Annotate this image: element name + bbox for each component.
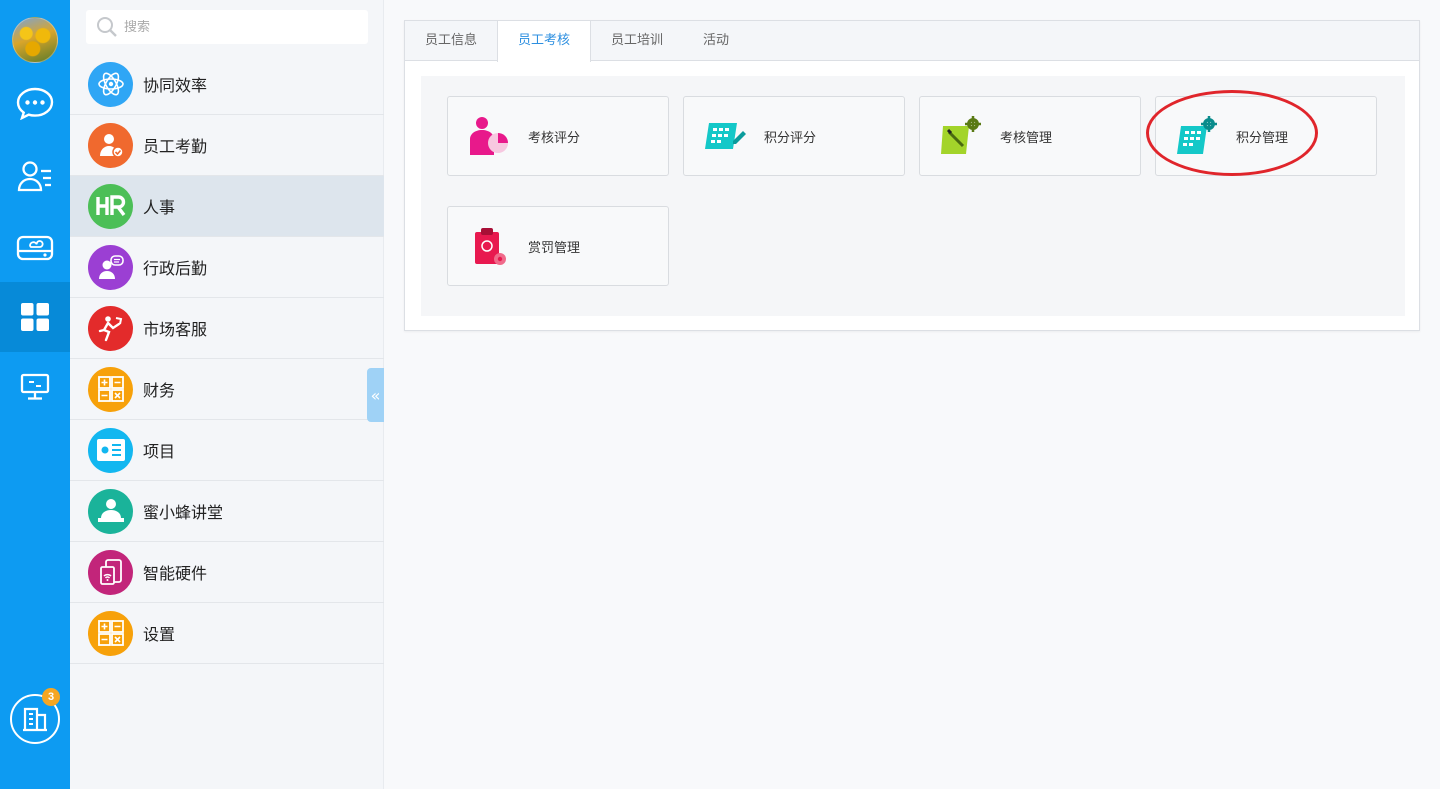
app-card-label: 积分管理 [1236,130,1289,146]
tab-employee-info[interactable]: 员工信息 [405,21,497,61]
sidebar-item-attendance[interactable]: 员工考勤 [70,115,384,176]
left-rail: 3 [0,0,70,789]
chat-icon[interactable] [0,68,70,138]
sidebar-item-hardware[interactable]: 智能硬件 [70,542,384,603]
sidebar-item-lecture[interactable]: 蜜小蜂讲堂 [70,481,384,542]
tab-activity[interactable]: 活动 [683,21,749,61]
sidebar-item-market[interactable]: 市场客服 [70,298,384,359]
person-chart-icon [466,113,512,159]
apps-grid-icon[interactable] [0,282,70,352]
employee-check-icon [88,122,133,168]
contacts-icon[interactable] [0,141,70,211]
smart-device-icon [88,549,133,595]
app-card-points-management[interactable]: 积分管理 [1155,96,1377,176]
app-card-assessment-management[interactable]: 考核管理 [919,96,1141,176]
service-person-icon [88,244,133,290]
sidebar-item-label: 设置 [143,625,176,644]
search-input[interactable] [124,19,364,35]
sidebar-item-admin[interactable]: 行政后勤 [70,237,384,298]
app-card-label: 积分评分 [764,130,817,146]
sidebar-nav: 协同效率 员工考勤 人事 行政后勤 市场客服 财务 项目 蜜小蜂讲堂 智能硬件 … [70,54,384,664]
collapse-sidebar-button[interactable]: « [367,368,384,422]
checklist-gear-icon [938,113,984,159]
settings-calculator-icon [88,610,133,656]
app-card-points-score[interactable]: 积分评分 [683,96,905,176]
notification-badge: 3 [42,688,60,706]
sidebar-item-label: 员工考勤 [143,137,208,156]
cloud-drive-icon[interactable] [0,212,70,282]
sidebar-item-label: 市场客服 [143,320,208,339]
sidebar-item-collaboration[interactable]: 协同效率 [70,54,384,115]
sidebar-item-label: 协同效率 [143,76,208,95]
sidebar-item-label: 项目 [143,442,176,461]
sidebar-item-project[interactable]: 项目 [70,420,384,481]
sidebar-item-settings[interactable]: 设置 [70,603,384,664]
points-pencil-icon [702,113,748,159]
search-box[interactable] [86,10,368,44]
app-card-reward-punishment[interactable]: 赏罚管理 [447,206,669,286]
sidebar-item-label: 财务 [143,381,176,400]
app-card-label: 考核管理 [1000,130,1053,146]
search-icon [97,17,117,37]
hr-icon [88,183,133,229]
tab-employee-training[interactable]: 员工培训 [591,21,683,61]
atom-icon [88,61,133,107]
app-card-assessment-score[interactable]: 考核评分 [447,96,669,176]
clipboard-gear-icon [466,223,512,269]
tab-employee-assessment[interactable]: 员工考核 [497,21,592,62]
sidebar: 协同效率 员工考勤 人事 行政后勤 市场客服 [70,0,384,789]
sidebar-item-label: 行政后勤 [143,259,208,278]
sidebar-item-finance[interactable]: 财务 [70,359,384,420]
desktop-icon[interactable] [0,352,70,422]
project-board-icon [88,427,133,473]
sidebar-item-hr[interactable]: 人事 [70,176,384,237]
app-card-label: 赏罚管理 [528,240,581,256]
app-grid: 考核评分 积分评分 考核管理 积分管理 赏罚管理 [421,76,1405,316]
avatar[interactable] [12,17,58,63]
tab-bar: 员工信息 员工考核 员工培训 活动 [405,21,1419,62]
points-gear-icon [1174,113,1220,159]
sidebar-item-label: 蜜小蜂讲堂 [143,503,224,522]
sidebar-item-label: 人事 [143,198,176,217]
running-person-icon [88,305,133,351]
main-panel: 员工信息 员工考核 员工培训 活动 考核评分 积分评分 考核管理 积分管理 赏罚… [404,20,1420,331]
sidebar-item-label: 智能硬件 [143,564,208,583]
calculator-icon [88,366,133,412]
app-card-label: 考核评分 [528,130,581,146]
lecturer-icon [88,488,133,534]
